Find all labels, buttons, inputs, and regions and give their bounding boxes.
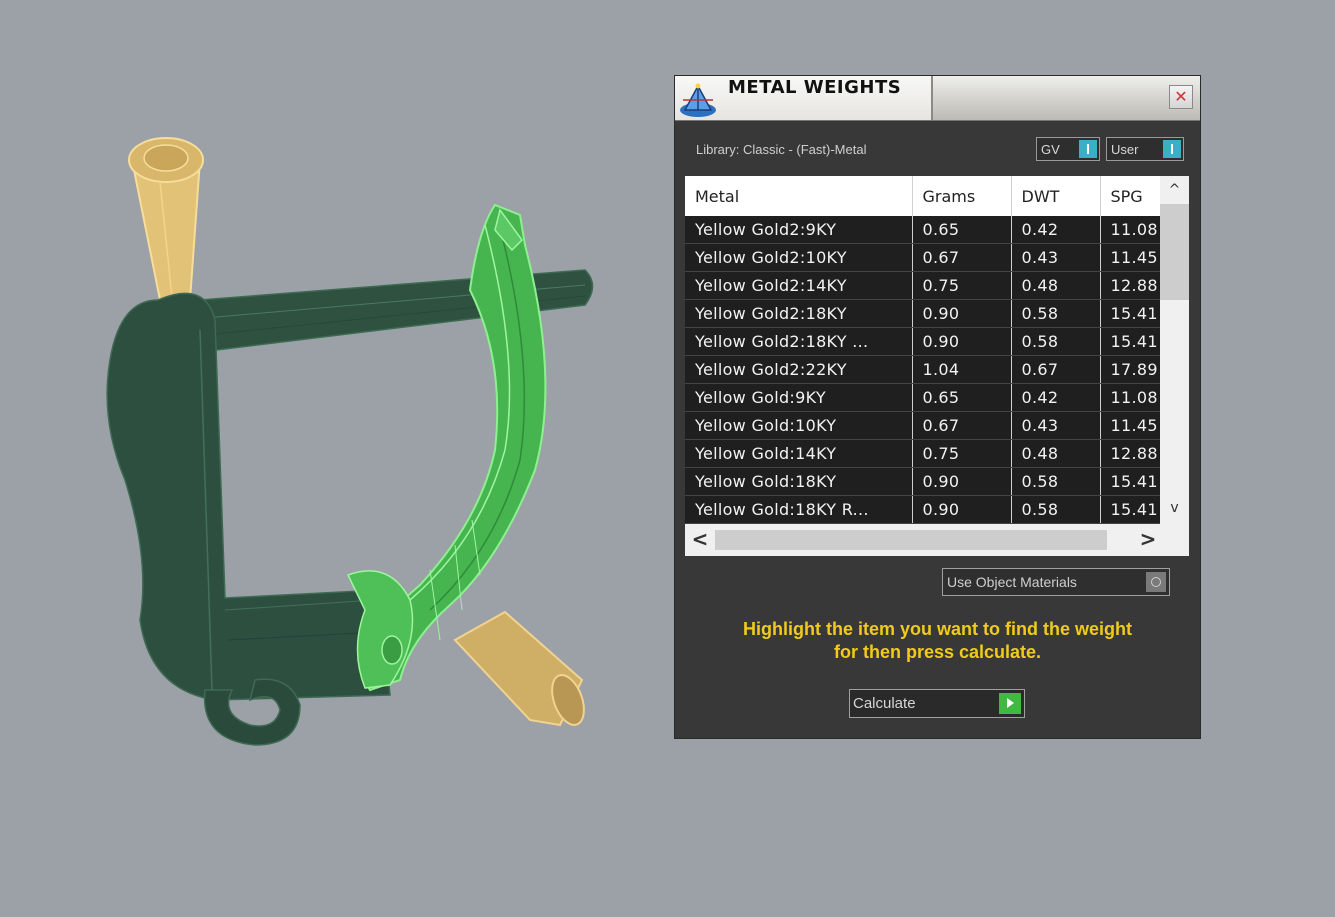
cell-grams: 0.90 xyxy=(912,467,1012,496)
prong-lower[interactable] xyxy=(453,610,590,729)
play-arrow-icon xyxy=(999,693,1021,714)
cell-dwt: 0.43 xyxy=(1011,411,1101,440)
cell-metal: Yellow Gold2:14KY xyxy=(685,271,913,300)
cell-spg: 15.41 xyxy=(1100,327,1160,356)
cell-dwt: 0.48 xyxy=(1011,439,1101,468)
scroll-right-icon[interactable]: > xyxy=(1133,524,1163,556)
panel-title: METAL WEIGHTS xyxy=(728,77,902,98)
horizontal-scroll-thumb[interactable] xyxy=(715,530,1107,550)
table-header-row: Metal Grams DWT SPG xyxy=(685,176,1160,216)
use-object-materials-option[interactable]: Use Object Materials xyxy=(942,568,1170,596)
column-header-metal[interactable]: Metal xyxy=(685,176,913,216)
prong-upper[interactable] xyxy=(128,137,204,301)
gv-toggle-label: GV xyxy=(1041,142,1060,157)
table-row[interactable]: Yellow Gold2:18KY ... 0.90 0.58 15.41 xyxy=(685,327,1160,356)
cell-dwt: 0.48 xyxy=(1011,271,1101,300)
close-button[interactable]: ✕ xyxy=(1169,85,1193,109)
ring-body[interactable] xyxy=(106,292,391,746)
metals-table: Metal Grams DWT SPG Yellow Gold2:9KY 0.65… xyxy=(685,176,1189,556)
toggle-switch-icon xyxy=(1163,140,1181,158)
cell-metal: Yellow Gold2:9KY xyxy=(685,216,913,244)
instruction-line-1: Highlight the item you want to find the … xyxy=(743,619,1132,639)
vertical-scroll-thumb[interactable] xyxy=(1160,204,1189,300)
cell-spg: 15.41 xyxy=(1100,299,1160,328)
toggle-switch-icon xyxy=(1079,140,1097,158)
cell-dwt: 0.43 xyxy=(1011,243,1101,272)
cell-spg: 11.45 xyxy=(1100,411,1160,440)
cell-dwt: 0.67 xyxy=(1011,355,1101,384)
table-row[interactable]: Yellow Gold2:10KY 0.67 0.43 11.45 xyxy=(685,243,1160,272)
cell-metal: Yellow Gold2:18KY xyxy=(685,299,913,328)
cell-grams: 1.04 xyxy=(912,355,1012,384)
cell-metal: Yellow Gold2:22KY xyxy=(685,355,913,384)
instruction-line-2: for then press calculate. xyxy=(833,642,1042,662)
user-toggle[interactable]: User xyxy=(1106,137,1184,161)
table-row[interactable]: Yellow Gold:10KY 0.67 0.43 11.45 xyxy=(685,411,1160,440)
table-row[interactable]: Yellow Gold:18KY 0.90 0.58 15.41 xyxy=(685,467,1160,496)
cell-metal: Yellow Gold:10KY xyxy=(685,411,913,440)
cell-metal: Yellow Gold:18KY xyxy=(685,467,913,496)
use-object-materials-label: Use Object Materials xyxy=(947,574,1077,590)
table-row[interactable]: Yellow Gold:18KY R... 0.90 0.58 15.41 xyxy=(685,495,1160,524)
cell-spg: 11.08 xyxy=(1100,383,1160,412)
cell-dwt: 0.58 xyxy=(1011,467,1101,496)
ring-model-render[interactable] xyxy=(0,0,660,913)
cell-grams: 0.65 xyxy=(912,216,1012,244)
table-row[interactable]: Yellow Gold2:14KY 0.75 0.48 12.88 xyxy=(685,271,1160,300)
cell-dwt: 0.58 xyxy=(1011,299,1101,328)
cell-spg: 17.89 xyxy=(1100,355,1160,384)
column-header-grams[interactable]: Grams xyxy=(912,176,1012,216)
table-row[interactable]: Yellow Gold:9KY 0.65 0.42 11.08 xyxy=(685,383,1160,412)
cell-metal: Yellow Gold2:10KY xyxy=(685,243,913,272)
cell-dwt: 0.58 xyxy=(1011,327,1101,356)
gv-toggle[interactable]: GV xyxy=(1036,137,1100,161)
column-header-dwt[interactable]: DWT xyxy=(1011,176,1101,216)
scroll-left-icon[interactable]: < xyxy=(685,524,715,556)
calculate-label: Calculate xyxy=(853,695,916,712)
cell-grams: 0.67 xyxy=(912,411,1012,440)
scale-icon xyxy=(680,83,716,117)
column-header-spg[interactable]: SPG xyxy=(1100,176,1160,216)
cell-dwt: 0.42 xyxy=(1011,216,1101,244)
cell-grams: 0.67 xyxy=(912,243,1012,272)
cell-grams: 0.75 xyxy=(912,439,1012,468)
scroll-up-icon[interactable]: ^ xyxy=(1160,176,1189,202)
table-body: Yellow Gold2:9KY 0.65 0.42 11.08 Yellow Gold… xyxy=(685,216,1160,524)
user-toggle-label: User xyxy=(1111,142,1139,157)
table-row[interactable]: Yellow Gold2:9KY 0.65 0.42 11.08 xyxy=(685,216,1160,244)
vertical-scrollbar[interactable]: ^ v xyxy=(1160,176,1189,524)
metal-weights-panel: METAL WEIGHTS ✕ Library: Classic - (Fast… xyxy=(675,76,1200,738)
cell-grams: 0.90 xyxy=(912,299,1012,328)
table-row[interactable]: Yellow Gold2:22KY 1.04 0.67 17.89 xyxy=(685,355,1160,384)
cell-dwt: 0.42 xyxy=(1011,383,1101,412)
cell-metal: Yellow Gold:18KY R... xyxy=(685,495,913,524)
cell-metal: Yellow Gold:14KY xyxy=(685,439,913,468)
table-row[interactable]: Yellow Gold2:18KY 0.90 0.58 15.41 xyxy=(685,299,1160,328)
scroll-down-icon[interactable]: v xyxy=(1160,496,1189,522)
cell-spg: 15.41 xyxy=(1100,495,1160,524)
table-row[interactable]: Yellow Gold:14KY 0.75 0.48 12.88 xyxy=(685,439,1160,468)
cell-dwt: 0.58 xyxy=(1011,495,1101,524)
cell-grams: 0.65 xyxy=(912,383,1012,412)
panel-titlebar[interactable]: METAL WEIGHTS ✕ xyxy=(675,76,1200,121)
panel-title-tab: METAL WEIGHTS xyxy=(675,76,933,120)
calculate-button[interactable]: Calculate xyxy=(849,689,1025,718)
cell-metal: Yellow Gold:9KY xyxy=(685,383,913,412)
selected-shank[interactable] xyxy=(346,203,547,692)
cell-grams: 0.90 xyxy=(912,327,1012,356)
cell-grams: 0.90 xyxy=(912,495,1012,524)
cell-spg: 12.88 xyxy=(1100,439,1160,468)
instruction-text: Highlight the item you want to find the … xyxy=(675,618,1200,664)
metals-table-viewport: Metal Grams DWT SPG Yellow Gold2:9KY 0.65… xyxy=(685,176,1160,524)
cell-spg: 11.45 xyxy=(1100,243,1160,272)
cell-grams: 0.75 xyxy=(912,271,1012,300)
radio-icon[interactable] xyxy=(1146,572,1166,592)
library-label: Library: Classic - (Fast)-Metal xyxy=(696,142,867,157)
cell-metal: Yellow Gold2:18KY ... xyxy=(685,327,913,356)
cell-spg: 15.41 xyxy=(1100,467,1160,496)
horizontal-scrollbar[interactable]: < > xyxy=(685,524,1189,556)
cell-spg: 12.88 xyxy=(1100,271,1160,300)
cell-spg: 11.08 xyxy=(1100,216,1160,244)
3d-viewport[interactable] xyxy=(0,0,660,913)
